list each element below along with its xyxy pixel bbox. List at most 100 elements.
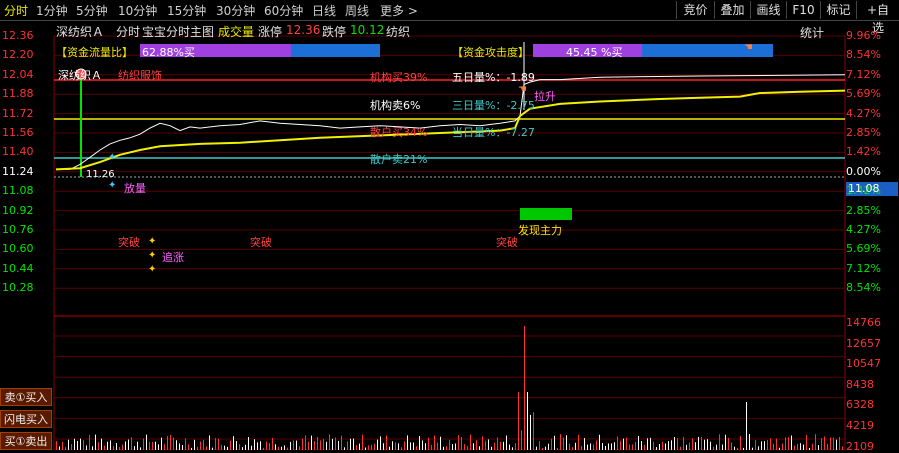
- flash-buy-button[interactable]: 闪电买入: [0, 410, 52, 428]
- volume-bar: [221, 444, 222, 450]
- volume-bar: [566, 435, 567, 450]
- volume-bar: [314, 441, 315, 450]
- volume-bar: [437, 442, 438, 450]
- main-force-label: 发现主力: [518, 224, 562, 237]
- volume-bar: [269, 443, 270, 450]
- volume-bar: [371, 444, 372, 450]
- volume-bar: [416, 446, 417, 450]
- volume-bar: [731, 442, 732, 450]
- indicator-name[interactable]: 宝宝分时主图: [142, 23, 214, 40]
- volume-bar: [530, 414, 531, 450]
- sell1-buy-button[interactable]: 卖①买入: [0, 388, 52, 406]
- retail-buy: 散户买34%: [370, 126, 428, 139]
- volume-bar: [113, 445, 114, 450]
- volume-bar: [110, 440, 111, 450]
- volume-bar: [554, 435, 555, 450]
- volume-bar: [101, 438, 102, 450]
- volume-bar: [266, 441, 267, 450]
- volume-bar: [821, 438, 822, 450]
- volume-bar: [521, 430, 522, 450]
- volume-bar: [425, 443, 426, 450]
- volume-bar: [659, 444, 660, 450]
- price-tick-label: 11.56: [2, 126, 34, 139]
- volume-bar: [551, 438, 552, 450]
- limit-up-label: 涨停: [258, 25, 283, 39]
- volume-bar: [650, 437, 651, 450]
- butterfly-icon: ✦: [108, 180, 117, 191]
- volume-bar: [62, 441, 63, 450]
- volume-bar: [782, 443, 783, 450]
- price-tick-label: 10.92: [2, 203, 34, 217]
- volume-bar: [569, 443, 570, 450]
- volume-bar: [92, 446, 93, 450]
- volume-bar: [83, 440, 84, 450]
- volume-bar: [320, 440, 321, 450]
- volume-bar: [581, 445, 582, 450]
- volume-bar: [593, 444, 594, 450]
- volume-tick-label: 2109: [846, 439, 874, 453]
- volume-bar: [71, 444, 72, 450]
- volume-bar: [746, 402, 747, 450]
- volume-bar: [698, 436, 699, 450]
- volume-bar: [482, 436, 483, 450]
- volume-bar: [485, 440, 486, 450]
- volume-bar: [797, 443, 798, 450]
- volume-bar: [98, 442, 99, 450]
- inst-buy: 机构买39%: [370, 71, 428, 84]
- volume-bar: [644, 444, 645, 450]
- pct-tick-label: 8.54%: [846, 281, 881, 295]
- volume-bar: [131, 437, 132, 450]
- volume-bar: [548, 443, 549, 450]
- price-tick-label: 10.60: [2, 242, 34, 256]
- volume-bar: [662, 441, 663, 450]
- volume-bar: [488, 439, 489, 450]
- volume-bar: [173, 437, 174, 450]
- volume-bar: [128, 439, 129, 450]
- today-volume: 当日量%：-7.27: [452, 126, 535, 139]
- volume-bar: [794, 445, 795, 450]
- volume-bar: [635, 441, 636, 450]
- sector-tag: 纺织服饰: [118, 69, 162, 82]
- volume-bar: [500, 441, 501, 450]
- volume-bar: [767, 440, 768, 450]
- pct-tick-label: 7.12%: [846, 67, 881, 81]
- volume-bar: [524, 326, 525, 450]
- volume-bar: [410, 442, 411, 450]
- volume-bar: [152, 441, 153, 450]
- volume-bar: [362, 434, 363, 450]
- volume-bar: [683, 436, 684, 450]
- volume-bar: [377, 439, 378, 450]
- price-tick-label: 11.24: [2, 164, 34, 178]
- volume-bar: [545, 446, 546, 450]
- volume-bar: [467, 446, 468, 450]
- volume-bar: [326, 441, 327, 450]
- volume-bar: [836, 439, 837, 450]
- volume-bar: [209, 435, 210, 450]
- pct-tick-label: 7.12%: [846, 261, 881, 275]
- volume-bar: [215, 438, 216, 450]
- volume-bar: [161, 437, 162, 450]
- volume-bar: [407, 435, 408, 450]
- volume-bar: [473, 443, 474, 450]
- stats-button[interactable]: 统计: [800, 24, 824, 41]
- volume-bar: [677, 438, 678, 450]
- volume-bar: [257, 442, 258, 450]
- buy1-sell-button[interactable]: 买①卖出: [0, 432, 52, 450]
- pct-tick-label: 5.69%: [846, 242, 881, 256]
- volume-bar: [725, 434, 726, 450]
- volume-bar: [158, 444, 159, 450]
- volume-bar: [629, 444, 630, 450]
- open-price-tag: 11.26: [86, 169, 115, 180]
- volume-bar: [167, 435, 168, 450]
- price-tick-label: 10.76: [2, 223, 34, 236]
- volume-bar: [620, 440, 621, 450]
- volume-bar: [806, 435, 807, 450]
- volume-tick-label: 14766: [846, 316, 881, 329]
- volume-bar: [422, 440, 423, 450]
- volume-bar: [494, 442, 495, 450]
- price-tick-label: 11.40: [2, 145, 34, 159]
- volume-bar: [74, 438, 75, 450]
- volume-bar: [722, 444, 723, 450]
- volume-bar: [155, 441, 156, 450]
- volume-bar: [479, 446, 480, 450]
